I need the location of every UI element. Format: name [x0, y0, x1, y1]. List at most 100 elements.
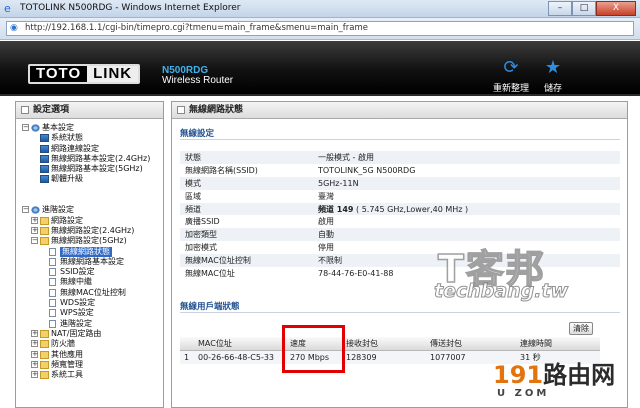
- refresh-button[interactable]: ⟳ 重新整理: [489, 57, 533, 94]
- tree-label: 無線中繼: [60, 277, 92, 287]
- document-icon: [49, 319, 56, 328]
- tree-item-basic-settings[interactable]: − 基本設定: [22, 123, 163, 133]
- close-button[interactable]: X: [596, 1, 636, 16]
- tree-item-wireless-basic[interactable]: 無線網路基本設定: [22, 257, 163, 267]
- wireless-info-table: 狀態 一般模式 - 啟用 無線網路名稱(SSID) TOTOLINK_5G N500…: [180, 151, 620, 280]
- tree-item-network-connection[interactable]: 網路連線設定: [22, 144, 163, 154]
- tree-label: 系統工具: [51, 370, 83, 380]
- info-value: 一般模式 - 啟用: [313, 151, 620, 164]
- clear-button[interactable]: 清除: [569, 322, 593, 335]
- tree-item-firewall[interactable]: + 防火牆: [22, 339, 163, 349]
- expand-icon[interactable]: +: [31, 216, 38, 224]
- client-rx: 128309: [342, 350, 426, 364]
- tree-item-system-tools[interactable]: + 系統工具: [22, 370, 163, 380]
- maximize-button[interactable]: □: [572, 1, 596, 16]
- document-icon: [49, 268, 56, 277]
- sidebar-title: 設定選項: [33, 105, 70, 115]
- tree-item-wireless-status[interactable]: 無線網路狀態: [22, 246, 163, 257]
- folder-icon: [40, 371, 49, 380]
- expand-icon[interactable]: +: [31, 360, 38, 368]
- computer-icon: [40, 165, 49, 174]
- tree-label: 防火牆: [51, 339, 75, 349]
- table-row: 區域 臺灣: [180, 190, 620, 203]
- tree-item-nat[interactable]: + NAT/固定路由: [22, 329, 163, 339]
- folder-open-icon: [40, 237, 49, 246]
- tree-label: 無線網路基本設定(2.4GHz): [51, 153, 151, 163]
- save-button[interactable]: ★ 儲存: [531, 57, 575, 94]
- window-title: TOTOLINK N500RDG - Windows Internet Expl…: [20, 3, 241, 13]
- expand-icon[interactable]: +: [31, 350, 38, 358]
- logo-text-right: LINK: [87, 66, 139, 82]
- tree-item-mac-control[interactable]: 無線MAC位址控制: [22, 288, 163, 298]
- table-row: 無線網路名稱(SSID) TOTOLINK_5G N500RDG: [180, 164, 620, 177]
- wireless-section-title: 無線設定: [180, 129, 215, 139]
- clients-section-title: 無線用戶端狀態: [180, 302, 240, 312]
- tree-item-other-apps[interactable]: + 其他應用: [22, 350, 163, 360]
- address-field[interactable]: ◉ http://192.168.1.1/cgi-bin/timepro.cgi…: [6, 21, 634, 36]
- sidebar-header: 設定選項: [16, 102, 163, 119]
- window-titlebar: e TOTOLINK N500RDG - Windows Internet Ex…: [0, 0, 640, 18]
- info-value: 5GHz-11N: [313, 176, 620, 190]
- tree-label: NAT/固定路由: [51, 328, 102, 338]
- page-header: 無線網路狀態: [172, 102, 627, 119]
- tree-item-network-setup[interactable]: + 網路設定: [22, 216, 163, 226]
- tree-item-wireless-24[interactable]: + 無線網路設定(2.4GHz): [22, 226, 163, 236]
- expand-icon[interactable]: +: [31, 329, 38, 337]
- document-icon: [49, 247, 56, 256]
- tree-item-bandwidth[interactable]: + 頻寬管理: [22, 360, 163, 370]
- tree-item-advanced-settings[interactable]: − 進階設定: [22, 205, 163, 215]
- settings-sidebar: 設定選項 − 基本設定 系統狀態 網路連線設定 無線網路基本設定(2.4GHz)…: [15, 101, 164, 408]
- info-key: 無線網路名稱(SSID): [185, 165, 258, 175]
- tree-item-wireless-5[interactable]: − 無線網路設定(5GHz): [22, 236, 163, 246]
- col-mac[interactable]: MAC位址: [194, 337, 286, 351]
- tree-item-wireless-basic-24[interactable]: 無線網路基本設定(2.4GHz): [22, 154, 163, 164]
- table-header-row: MAC位址 速度 接收封包 傳送封包 連線時間: [180, 337, 600, 351]
- computer-icon: [40, 134, 49, 143]
- folder-icon: [40, 226, 49, 235]
- tree-item-wps[interactable]: WPS設定: [22, 308, 163, 318]
- client-mac: 00-26-66-48-C5-33: [194, 350, 286, 364]
- tree-label: 網路連線設定: [51, 143, 99, 153]
- collapse-icon[interactable]: −: [22, 124, 29, 131]
- tree-item-wireless-advanced[interactable]: 進階設定: [22, 319, 163, 329]
- folder-icon: [40, 329, 49, 338]
- folder-icon: [40, 360, 49, 369]
- tree-label: 無線網路狀態: [60, 246, 112, 257]
- page-box-icon: [177, 106, 185, 114]
- tree-label: 網路設定: [51, 215, 83, 225]
- tree-item-repeater[interactable]: 無線中繼: [22, 277, 163, 287]
- minimize-button[interactable]: –: [548, 1, 572, 16]
- col-tx[interactable]: 傳送封包: [426, 337, 516, 351]
- collapse-icon[interactable]: −: [31, 237, 38, 245]
- sidebar-box-icon: [21, 106, 29, 114]
- totolink-logo: TOTO LINK: [28, 64, 141, 84]
- address-url[interactable]: http://192.168.1.1/cgi-bin/timepro.cgi?t…: [25, 23, 368, 33]
- tree-item-wireless-basic-5[interactable]: 無線網路基本設定(5GHz): [22, 164, 163, 174]
- tree-item-system-status[interactable]: 系統狀態: [22, 133, 163, 143]
- collapse-icon[interactable]: −: [22, 206, 29, 214]
- col-rx[interactable]: 接收封包: [342, 337, 426, 351]
- info-key: 狀態: [180, 151, 313, 164]
- expand-icon[interactable]: +: [31, 340, 38, 348]
- channel-number: 頻道 149: [318, 204, 354, 214]
- expand-icon[interactable]: +: [31, 371, 38, 379]
- tree-label: WPS設定: [60, 308, 94, 318]
- col-time[interactable]: 連線時間: [516, 337, 600, 351]
- page-title: 無線網路狀態: [189, 105, 244, 115]
- refresh-label: 重新整理: [492, 84, 529, 94]
- computer-icon: [40, 144, 49, 153]
- info-value: TOTOLINK_5G N500RDG: [318, 165, 416, 175]
- router-small-watermark: U ZOM: [497, 388, 550, 399]
- tree-label: 無線網路基本設定: [60, 256, 124, 266]
- document-icon: [49, 278, 56, 287]
- info-value: 臺灣: [318, 191, 334, 201]
- info-key: 廣播SSID: [185, 217, 220, 227]
- page-icon: ◉: [10, 23, 18, 33]
- speed-highlight-box: [282, 325, 345, 373]
- address-bar: ◉ http://192.168.1.1/cgi-bin/timepro.cgi…: [0, 18, 640, 40]
- col-index: [180, 337, 194, 351]
- tree-item-firmware-upgrade[interactable]: 韌體升級: [22, 174, 163, 184]
- tree-item-wds[interactable]: WDS設定: [22, 298, 163, 308]
- expand-icon[interactable]: +: [31, 226, 38, 234]
- tree-item-ssid[interactable]: SSID設定: [22, 267, 163, 277]
